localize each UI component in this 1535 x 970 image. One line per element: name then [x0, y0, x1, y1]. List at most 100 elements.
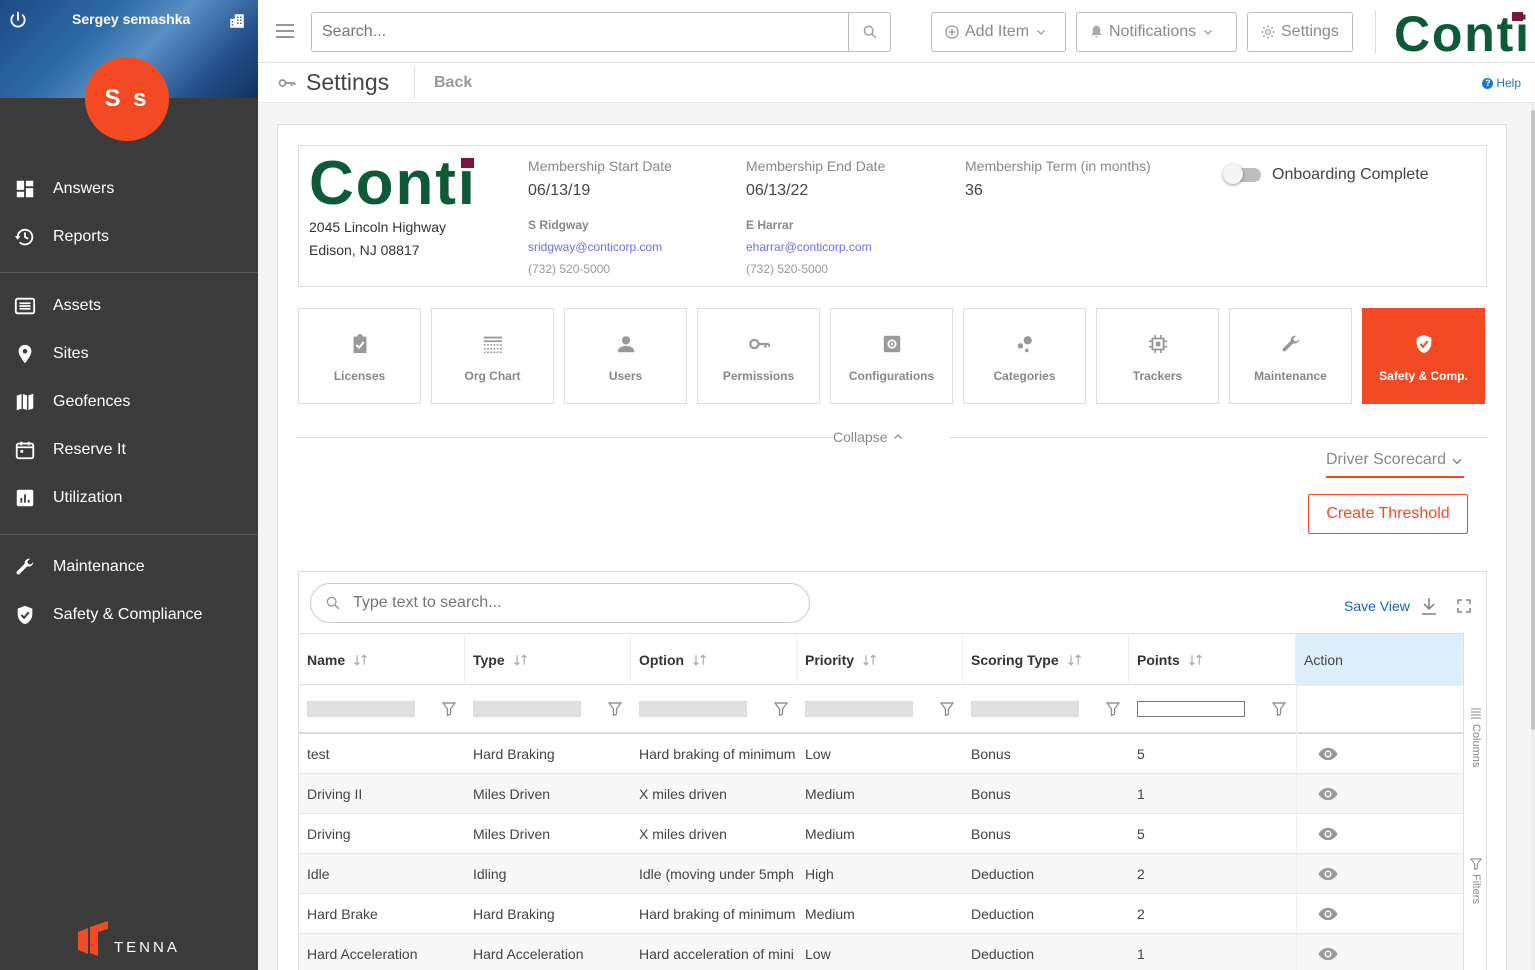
filter-icon[interactable]: [1106, 702, 1120, 716]
filter-icon[interactable]: [1272, 702, 1286, 716]
filter-input[interactable]: [805, 701, 913, 717]
table-row[interactable]: test Hard Braking Hard braking of minimum L…: [299, 734, 1463, 774]
contact-email[interactable]: eharrar@conticorp.com: [746, 240, 872, 254]
filter-input[interactable]: [473, 701, 581, 717]
tile-org-chart[interactable]: Org Chart: [431, 308, 554, 404]
help-label: Help: [1496, 76, 1521, 90]
building-icon[interactable]: [228, 12, 246, 30]
column-header-name[interactable]: Name: [299, 634, 465, 686]
eye-icon[interactable]: [1317, 947, 1339, 961]
column-header-points[interactable]: Points: [1129, 634, 1296, 686]
chevron-down-icon: [1204, 30, 1213, 35]
sidebar-item-assets[interactable]: Assets: [0, 282, 258, 330]
toggle-knob: [1223, 164, 1243, 184]
table-row[interactable]: Hard Brake Hard Braking Hard braking of mi…: [299, 894, 1463, 934]
eye-icon[interactable]: [1317, 787, 1339, 801]
hamburger-menu-icon[interactable]: [276, 24, 294, 38]
filter-input[interactable]: [639, 701, 747, 717]
sidebar-item-label: Safety & Compliance: [53, 606, 203, 623]
power-icon[interactable]: [8, 10, 28, 30]
help-link[interactable]: ? Help: [1482, 76, 1521, 90]
dashboard-icon: [16, 180, 34, 198]
contact-email[interactable]: sridgway@conticorp.com: [528, 240, 662, 254]
org-chart-icon: [483, 336, 502, 353]
threshold-grid: Save View Name Type Option Priority: [298, 571, 1487, 970]
tile-licenses[interactable]: Licenses: [298, 308, 421, 404]
page-scrollbar-thumb[interactable]: [1531, 110, 1535, 730]
sidebar-item-reserve-it[interactable]: Reserve It: [0, 426, 258, 474]
save-view-button[interactable]: Save View: [1344, 598, 1410, 614]
chevron-up-icon: [894, 434, 903, 439]
notifications-button[interactable]: Notifications: [1076, 12, 1237, 52]
eye-icon[interactable]: [1317, 747, 1339, 761]
download-icon[interactable]: [1421, 597, 1437, 615]
table-row[interactable]: Driving Miles Driven X miles driven Medium B…: [299, 814, 1463, 854]
table-row[interactable]: Hard Acceleration Hard Acceleration Hard a…: [299, 934, 1463, 970]
sidebar-item-maintenance[interactable]: Maintenance: [0, 543, 258, 591]
eye-icon[interactable]: [1317, 827, 1339, 841]
grid-search-input[interactable]: [353, 594, 809, 612]
eye-icon[interactable]: [1317, 867, 1339, 881]
column-header-action[interactable]: Action: [1296, 634, 1463, 686]
sidebar-item-reports[interactable]: Reports: [0, 213, 258, 261]
columns-tab[interactable]: Columns: [1470, 708, 1482, 767]
collapse-toggle[interactable]: Collapse: [833, 429, 904, 445]
tile-categories[interactable]: Categories: [963, 308, 1086, 404]
sidebar-item-sites[interactable]: Sites: [0, 330, 258, 378]
scorecard-dropdown[interactable]: Driver Scorecard: [1326, 451, 1464, 478]
search-button[interactable]: [848, 13, 890, 51]
cell-name: Hard Brake: [307, 906, 378, 922]
filter-icon[interactable]: [442, 702, 456, 716]
filter-icon[interactable]: [774, 702, 788, 716]
avatar[interactable]: S s: [85, 57, 169, 141]
cell-action: [1296, 934, 1463, 970]
filter-input[interactable]: [1137, 701, 1245, 717]
column-header-scoring-type[interactable]: Scoring Type: [963, 634, 1129, 686]
column-label: Action: [1304, 652, 1343, 668]
sidebar-item-utilization[interactable]: Utilization: [0, 474, 258, 522]
search-input[interactable]: [312, 13, 848, 51]
filter-icon[interactable]: [608, 702, 622, 716]
column-header-type[interactable]: Type: [465, 634, 631, 686]
column-label: Type: [473, 652, 505, 668]
tile-users[interactable]: Users: [564, 308, 687, 404]
filter-cell-action: [1296, 685, 1463, 734]
eye-icon[interactable]: [1317, 907, 1339, 921]
tile-maintenance[interactable]: Maintenance: [1229, 308, 1352, 404]
create-threshold-button[interactable]: Create Threshold: [1308, 494, 1468, 534]
fullscreen-icon[interactable]: [1457, 599, 1471, 613]
gear-icon: [1261, 25, 1275, 39]
table-row[interactable]: Idle Idling Idle (moving under 5mph High Ded…: [299, 854, 1463, 894]
sort-icon: [1188, 654, 1202, 666]
divider: [0, 272, 258, 273]
cell-type: Miles Driven: [473, 826, 551, 842]
sidebar-item-label: Reports: [53, 228, 110, 245]
sidebar-item-safety-compliance[interactable]: Safety & Compliance: [0, 591, 258, 639]
filter-cell-scoring-type: [963, 685, 1129, 734]
cell-type: Hard Braking: [473, 746, 555, 762]
svg-text:Conti: Conti: [309, 154, 471, 210]
sidebar-item-answers[interactable]: Answers: [0, 165, 258, 213]
contact-phone: (732) 520-5000: [746, 262, 829, 276]
settings-button[interactable]: Settings: [1247, 12, 1353, 52]
sidebar-item-geofences[interactable]: Geofences: [0, 378, 258, 426]
tile-trackers[interactable]: Trackers: [1096, 308, 1219, 404]
tile-safety-compliance[interactable]: Safety & Comp.: [1362, 308, 1485, 404]
tile-configurations[interactable]: Configurations: [830, 308, 953, 404]
tile-label: Categories: [993, 369, 1056, 383]
filter-input[interactable]: [971, 701, 1079, 717]
cell-name: Driving: [307, 826, 351, 842]
filter-icon[interactable]: [940, 702, 954, 716]
back-link[interactable]: Back: [434, 74, 472, 92]
tile-permissions[interactable]: Permissions: [697, 308, 820, 404]
column-header-option[interactable]: Option: [631, 634, 797, 686]
clipboard-check-icon: [353, 333, 366, 354]
columns-tab-label: Columns: [1470, 724, 1482, 768]
filter-input[interactable]: [307, 701, 415, 717]
add-item-button[interactable]: Add Item: [931, 12, 1066, 52]
onboarding-toggle[interactable]: [1223, 164, 1261, 184]
filters-tab[interactable]: Filters: [1470, 858, 1482, 904]
table-row[interactable]: Driving II Miles Driven X miles driven Medi…: [299, 774, 1463, 814]
field-label: Membership Term (in months): [965, 158, 1151, 174]
column-header-priority[interactable]: Priority: [797, 634, 963, 686]
